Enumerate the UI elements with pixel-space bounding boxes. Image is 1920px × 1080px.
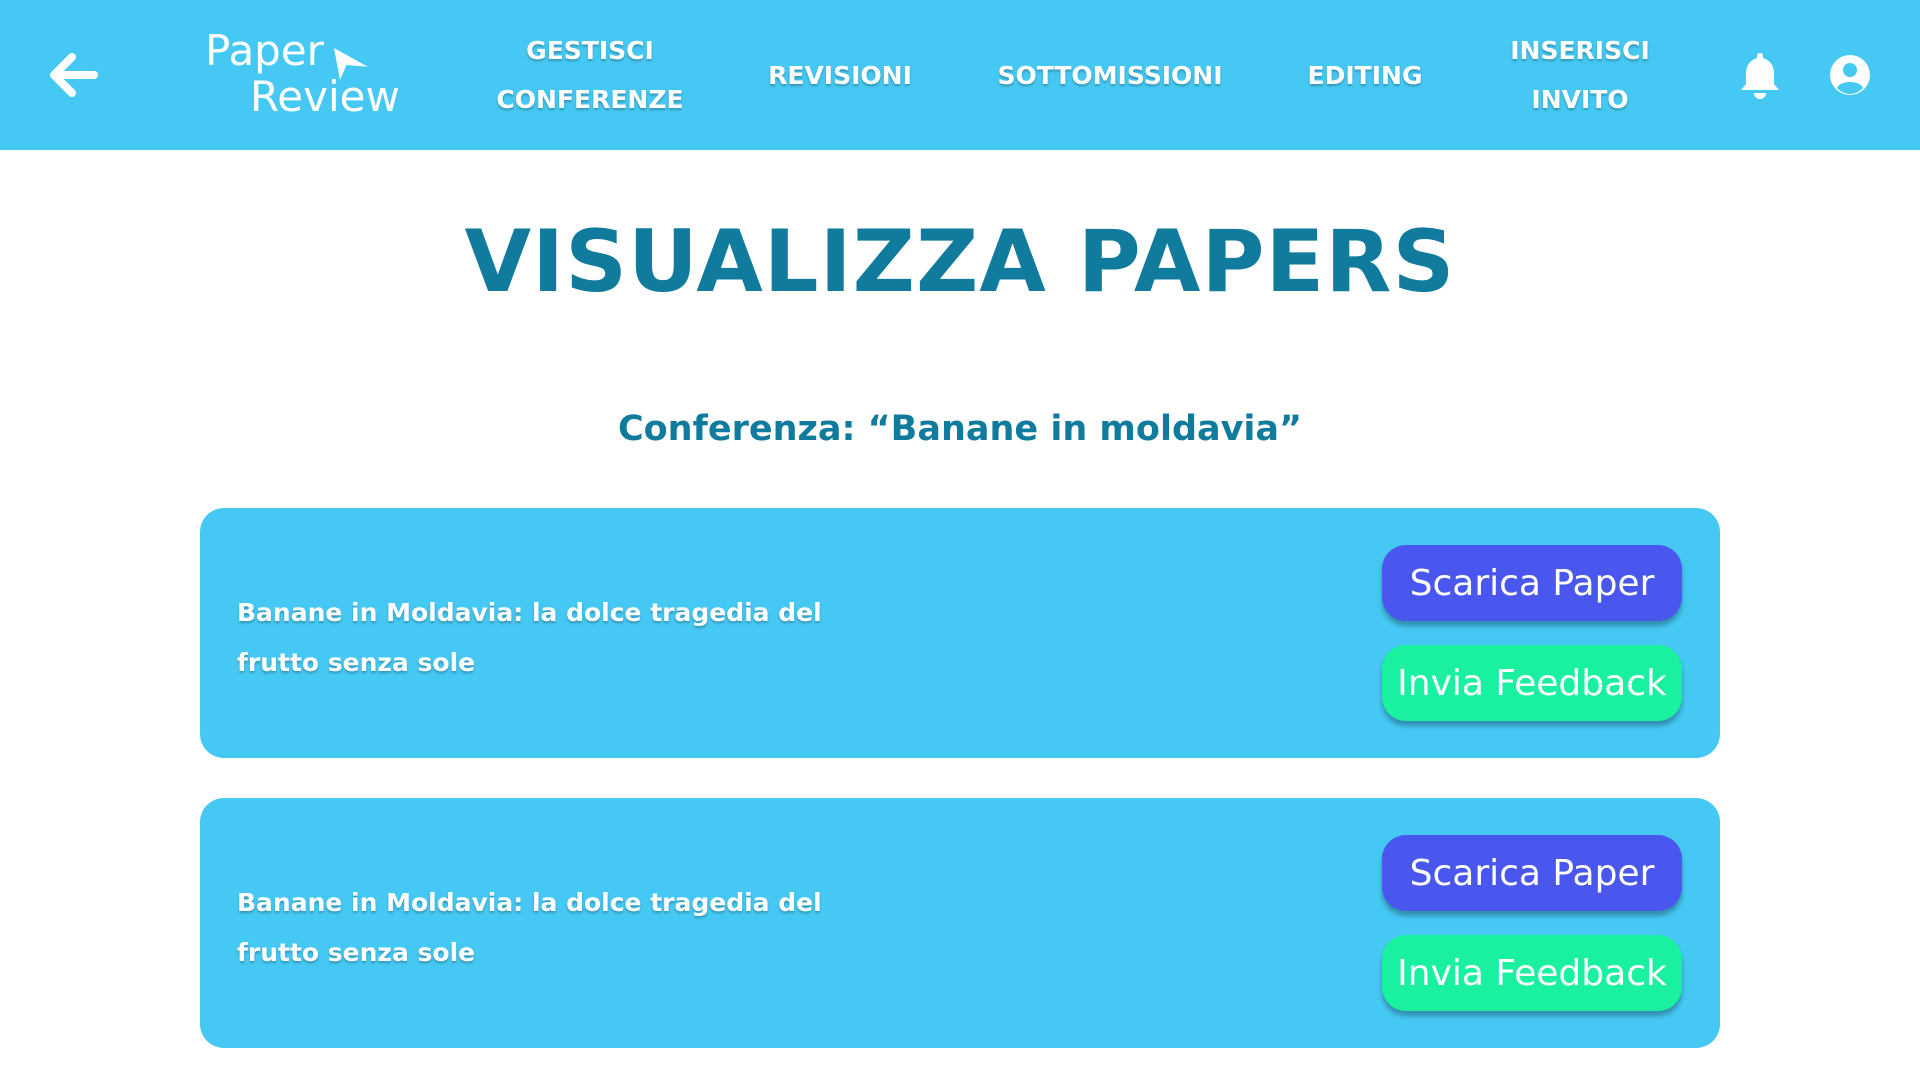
send-feedback-button[interactable]: Invia Feedback — [1382, 935, 1682, 1011]
nav-label: EDITING — [1307, 60, 1423, 90]
download-paper-button[interactable]: Scarica Paper — [1382, 835, 1682, 911]
app-logo[interactable]: Paper Review — [205, 26, 405, 126]
nav-label: SOTTOMISSIONI — [997, 60, 1223, 90]
nav-gestisci-conferenze[interactable]: GESTISCI CONFERENZE — [490, 0, 690, 150]
logo-text-line2: Review — [250, 72, 400, 121]
paper-card: Banane in Moldavia: la dolce tragedia de… — [200, 508, 1720, 758]
nav-label: CONFERENZE — [496, 85, 684, 114]
bell-icon[interactable] — [1738, 50, 1782, 100]
nav-editing[interactable]: EDITING — [1300, 0, 1430, 150]
nav-label: INSERISCI — [1510, 36, 1650, 65]
page-title: VISUALIZZA PAPERS — [464, 212, 1456, 312]
nav-revisioni[interactable]: REVISIONI — [760, 0, 920, 150]
conference-label: Conferenza: “Banane in moldavia” — [617, 409, 1303, 449]
user-avatar-icon[interactable] — [1828, 53, 1872, 97]
nav-inserisci-invito[interactable]: INSERISCI INVITO — [1500, 0, 1660, 150]
download-paper-button[interactable]: Scarica Paper — [1382, 545, 1682, 621]
nav-label: GESTISCI — [526, 36, 654, 65]
paper-title: Banane in Moldavia: la dolce tragedia de… — [237, 598, 822, 677]
nav-sottomissioni[interactable]: SOTTOMISSIONI — [990, 0, 1230, 150]
send-feedback-button[interactable]: Invia Feedback — [1382, 645, 1682, 721]
top-navbar: Paper Review GESTISCI CONFERENZE REVISION… — [0, 0, 1920, 150]
paper-title: Banane in Moldavia: la dolce tragedia de… — [237, 888, 822, 967]
nav-label: INVITO — [1531, 85, 1629, 114]
logo-text-line1: Paper — [205, 26, 324, 75]
nav-label: REVISIONI — [768, 60, 912, 90]
paper-plane-icon — [334, 48, 371, 80]
back-arrow-icon[interactable] — [42, 44, 104, 106]
paper-card: Banane in Moldavia: la dolce tragedia de… — [200, 798, 1720, 1048]
